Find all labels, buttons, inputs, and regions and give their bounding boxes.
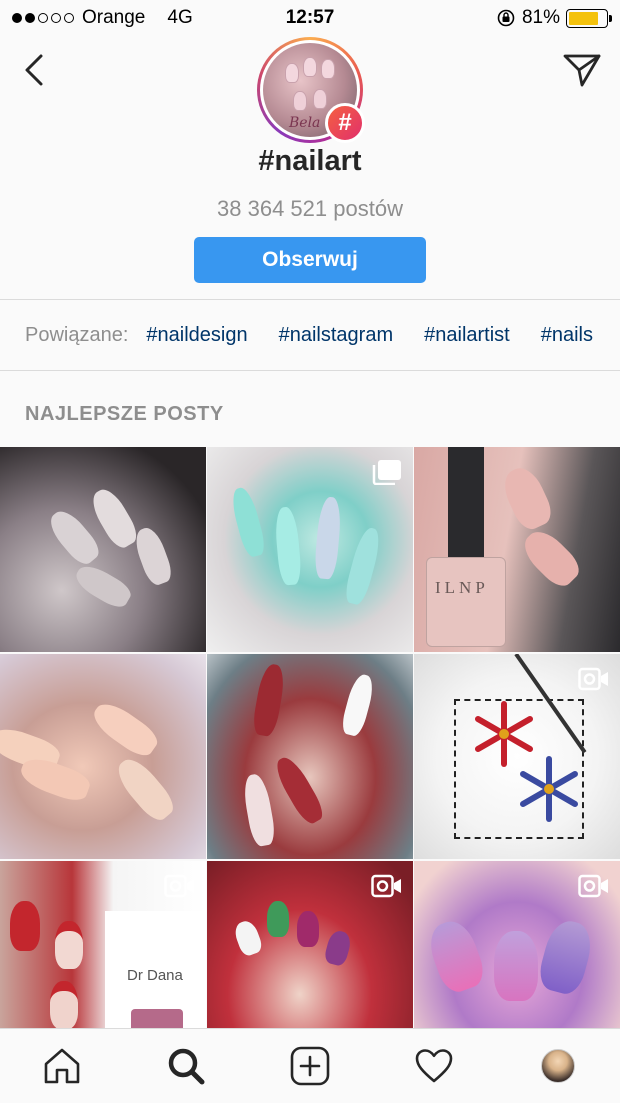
signal-strength-icon: [12, 13, 74, 23]
post-thumbnail[interactable]: [414, 654, 620, 859]
back-button[interactable]: [16, 50, 52, 90]
post-count: 38 364 521 postów: [217, 196, 403, 221]
rotation-lock-icon: [497, 9, 515, 27]
video-camera-icon: [371, 874, 401, 898]
new-post-icon: [290, 1046, 330, 1086]
divider-bottom: [0, 370, 620, 371]
chevron-left-icon: [25, 54, 43, 86]
tab-activity[interactable]: [404, 1036, 464, 1096]
tab-search[interactable]: [156, 1036, 216, 1096]
profile-avatar: [541, 1049, 575, 1083]
video-camera-icon: [164, 874, 194, 898]
post-thumbnail[interactable]: [0, 447, 206, 652]
battery-fill: [569, 11, 599, 25]
carrier-name: Orange: [82, 7, 146, 28]
avatar-caption: Bela: [289, 115, 321, 131]
related-tag[interactable]: #nailstagram: [279, 324, 394, 347]
bottom-tab-bar: [0, 1028, 620, 1103]
status-bar: Orange 4G 12:57 81%: [0, 0, 620, 36]
post-thumbnail[interactable]: [0, 654, 206, 859]
network-type: 4G: [167, 7, 193, 28]
bottle-label: ILNP: [435, 578, 489, 597]
hashtag-title: #nailart: [258, 145, 362, 177]
section-title: NAJLEPSZE POSTY: [25, 403, 224, 425]
post-thumbnail[interactable]: ILNP: [414, 447, 620, 652]
related-tag[interactable]: #nails: [541, 324, 593, 347]
post-thumbnail[interactable]: [207, 654, 413, 859]
tab-new-post[interactable]: [280, 1036, 340, 1096]
related-tag[interactable]: #naildesign: [146, 324, 247, 347]
status-right: 81%: [496, 7, 612, 29]
post-thumbnail[interactable]: [207, 447, 413, 652]
share-button[interactable]: [560, 50, 604, 90]
related-label: Powiązane:: [25, 323, 129, 346]
hashtag-badge-icon: #: [325, 103, 365, 143]
video-camera-icon: [578, 874, 608, 898]
tab-profile[interactable]: [528, 1036, 588, 1096]
hashtag-avatar[interactable]: Bela #: [257, 37, 365, 143]
battery-icon: [566, 8, 612, 28]
battery-percent: 81%: [521, 7, 560, 28]
multiple-photos-icon: [372, 460, 401, 485]
tab-home[interactable]: [32, 1036, 92, 1096]
paper-plane-icon: [563, 54, 601, 87]
home-icon: [44, 1048, 80, 1084]
product-label: Dr Dana: [127, 967, 183, 984]
related-tag[interactable]: #nailartist: [424, 324, 510, 347]
video-camera-icon: [578, 667, 608, 691]
search-icon: [168, 1048, 205, 1085]
nail-polish-bottle: ILNP: [426, 557, 506, 647]
status-left: Orange 4G: [12, 7, 193, 29]
snowflake-blue: [520, 756, 578, 822]
related-hashtags: Powiązane: #naildesign #nailstagram #nai…: [0, 300, 620, 370]
activity-heart-icon: [415, 1049, 453, 1083]
follow-button[interactable]: Obserwuj: [194, 237, 426, 283]
top-posts-grid: ILNP Dr Dana: [0, 447, 620, 1066]
